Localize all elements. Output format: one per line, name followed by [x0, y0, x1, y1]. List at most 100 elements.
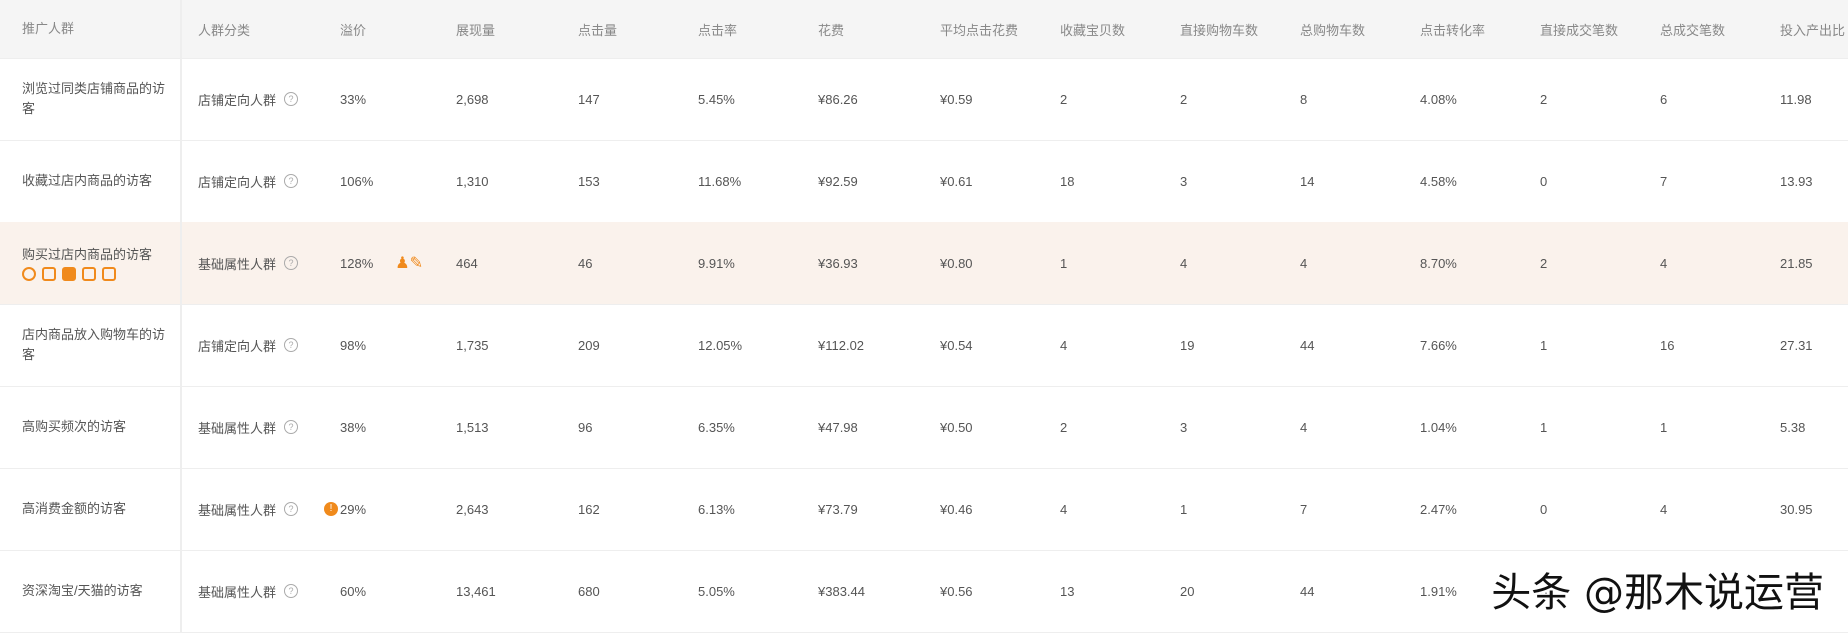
cell-10: 44	[1300, 583, 1315, 599]
cell-4: 209	[578, 337, 600, 353]
copy-icon[interactable]	[102, 267, 116, 281]
table-row[interactable]: 收藏过店内商品的访客 店铺定向人群? 106% 1,310 153 11.68% ¥92.5…	[0, 140, 1848, 223]
cell-3: 1,513	[456, 419, 489, 435]
table-row[interactable]: 购买过店内商品的访客 基础属性人群? 128% ♟✎ 464 46 9.91% ¥36.93 ¥…	[0, 222, 1848, 305]
cell-0: 高消费金额的访客	[22, 468, 172, 550]
cell-8: 2	[1060, 419, 1068, 435]
column-header[interactable]: 溢价	[340, 0, 366, 58]
watermark: 头条 @那木说运营	[1491, 570, 1824, 616]
column-header[interactable]: 投入产出比	[1780, 0, 1845, 58]
cell-5: 6.13%	[698, 501, 735, 517]
cell-9: 2	[1180, 91, 1188, 107]
warning-icon[interactable]: !	[324, 502, 338, 516]
cell-13: 7	[1660, 173, 1668, 189]
edit-premium-icon[interactable]: ♟✎	[395, 253, 423, 273]
cell-1: 店铺定向人群?	[198, 140, 299, 222]
cell-9: 3	[1180, 419, 1188, 435]
crowd-type: 店铺定向人群	[198, 338, 277, 354]
crowd-type: 基础属性人群	[198, 502, 277, 518]
column-header[interactable]: 总购物车数	[1300, 0, 1365, 58]
cell-3: 2,698	[456, 91, 489, 107]
column-header[interactable]: 总成交笔数	[1660, 0, 1725, 58]
cell-14: 13.93	[1780, 173, 1813, 189]
cell-8: 18	[1060, 173, 1075, 189]
column-header[interactable]: 平均点击花费	[940, 0, 1018, 58]
pause-icon[interactable]	[22, 267, 36, 281]
cell-0: 浏览过同类店铺商品的访客	[22, 58, 172, 140]
delete-icon[interactable]	[62, 267, 76, 281]
cell-5: 5.45%	[698, 91, 735, 107]
help-icon[interactable]: ?	[284, 502, 299, 516]
help-icon[interactable]: ?	[284, 174, 299, 188]
crowd-type: 基础属性人群	[198, 420, 277, 436]
help-icon[interactable]: ?	[284, 584, 299, 598]
cell-0: 收藏过店内商品的访客	[22, 140, 172, 222]
crowd-type: 基础属性人群	[198, 584, 277, 600]
column-header[interactable]: 点击转化率	[1420, 0, 1485, 58]
column-header[interactable]: 直接购物车数	[1180, 0, 1258, 58]
cell-12: 1	[1540, 419, 1548, 435]
cell-10: 7	[1300, 501, 1308, 517]
premium-value: 29%	[340, 501, 367, 517]
cell-12: 0	[1540, 173, 1548, 189]
column-header[interactable]: 花费	[818, 0, 844, 58]
cell-3: 1,310	[456, 173, 489, 189]
cell-12: 1	[1540, 337, 1548, 353]
column-header[interactable]: 人群分类	[198, 0, 250, 58]
cell-1: 基础属性人群?	[198, 550, 299, 632]
cell-2: 106%	[340, 140, 373, 222]
cell-10: 4	[1300, 419, 1308, 435]
cell-4: 46	[578, 255, 593, 271]
cell-10: 44	[1300, 337, 1315, 353]
column-header[interactable]: 点击率	[698, 0, 737, 58]
cell-3: 1,735	[456, 337, 489, 353]
cell-1: 基础属性人群?	[198, 468, 299, 550]
cell-13: 4	[1660, 255, 1668, 271]
table-row[interactable]: 高消费金额的访客 基础属性人群?! 29% 2,643 162 6.13% ¥73.79 ¥0…	[0, 468, 1848, 551]
cell-6: ¥73.79	[818, 501, 858, 517]
help-icon[interactable]: ?	[284, 92, 299, 106]
cell-5: 11.68%	[698, 173, 742, 189]
crowd-name: 店内商品放入购物车的访客	[22, 327, 166, 362]
cell-2: 60%	[340, 550, 366, 632]
crowd-name: 收藏过店内商品的访客	[22, 173, 153, 188]
cell-7: ¥0.54	[940, 337, 973, 353]
cell-8: 13	[1060, 583, 1075, 599]
cell-2: 128% ♟✎	[340, 222, 423, 304]
cell-4: 96	[578, 419, 593, 435]
column-header[interactable]: 展现量	[456, 0, 495, 58]
cell-6: ¥86.26	[818, 91, 858, 107]
cell-2: 33%	[340, 58, 366, 140]
help-icon[interactable]: ?	[284, 420, 299, 434]
cell-3: 13,461	[456, 583, 496, 599]
cell-1: 基础属性人群?	[198, 222, 299, 304]
column-header[interactable]: 直接成交笔数	[1540, 0, 1618, 58]
cell-7: ¥0.50	[940, 419, 973, 435]
column-header[interactable]: 推广人群	[22, 0, 172, 58]
cell-14: 30.95	[1780, 501, 1813, 517]
help-icon[interactable]: ?	[284, 256, 299, 270]
cell-5: 5.05%	[698, 583, 735, 599]
cell-7: ¥0.61	[940, 173, 973, 189]
cell-0: 高购买频次的访客	[22, 386, 172, 468]
edit-icon[interactable]	[42, 267, 56, 281]
cell-9: 3	[1180, 173, 1188, 189]
cell-1: 基础属性人群?	[198, 386, 299, 468]
help-icon[interactable]: ?	[284, 338, 299, 352]
chart-icon[interactable]	[82, 267, 96, 281]
table-row[interactable]: 浏览过同类店铺商品的访客 店铺定向人群? 33% 2,698 147 5.45% ¥86.2…	[0, 58, 1848, 141]
cell-14: 21.85	[1780, 255, 1813, 271]
column-header[interactable]: 点击量	[578, 0, 617, 58]
cell-11: 4.58%	[1420, 173, 1457, 189]
crowd-type: 店铺定向人群	[198, 174, 277, 190]
column-header[interactable]: 收藏宝贝数	[1060, 0, 1125, 58]
cell-4: 162	[578, 501, 600, 517]
table-row[interactable]: 高购买频次的访客 基础属性人群? 38% 1,513 96 6.35% ¥47.98 ¥0.5…	[0, 386, 1848, 469]
premium-value: 98%	[340, 337, 367, 353]
cell-11: 1.91%	[1420, 583, 1457, 599]
cell-13: 4	[1660, 501, 1668, 517]
crowd-name: 资深淘宝/天猫的访客	[22, 583, 143, 598]
crowd-name: 高消费金额的访客	[22, 501, 127, 516]
cell-7: ¥0.59	[940, 91, 973, 107]
table-row[interactable]: 店内商品放入购物车的访客 店铺定向人群? 98% 1,735 209 12.05% ¥112…	[0, 304, 1848, 387]
